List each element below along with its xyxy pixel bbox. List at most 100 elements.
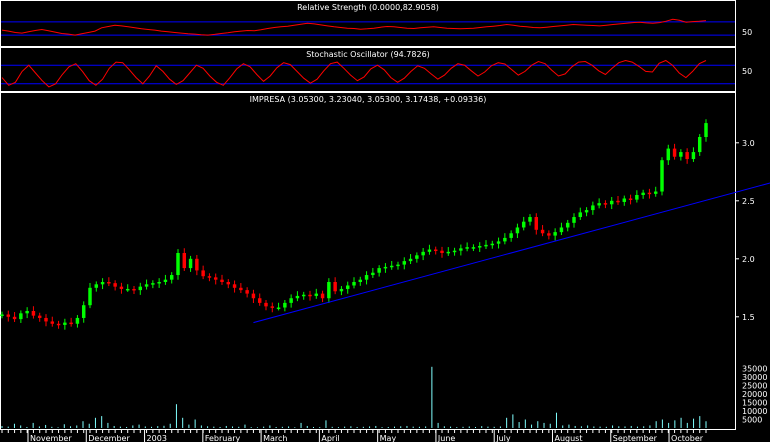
candle-body [584, 210, 589, 213]
candle-body [182, 253, 187, 269]
candle-body [496, 241, 501, 244]
x-axis-label: 2003 [147, 434, 167, 442]
x-axis-label: August [554, 434, 582, 442]
candle-body [672, 148, 677, 157]
x-axis-label: September [613, 434, 658, 442]
candle-body [383, 266, 388, 269]
candle-body [377, 268, 381, 273]
candle-body [88, 287, 92, 306]
candle-body [169, 275, 174, 280]
candle-body [697, 137, 702, 153]
candle-body [572, 217, 576, 223]
candle-body [31, 311, 36, 316]
candle-body [50, 321, 55, 324]
candle-body [314, 293, 319, 296]
candle-body [157, 282, 161, 284]
candle-body [628, 198, 633, 200]
candle-body [56, 323, 61, 326]
candle-body [534, 217, 539, 230]
volume-y-tick-label: 20000 [742, 390, 767, 399]
candle-body [540, 229, 545, 234]
candle-body [289, 298, 293, 303]
x-axis-label: February [205, 434, 241, 442]
candle-body [295, 295, 300, 299]
candle-body [603, 203, 608, 205]
candle-body [352, 282, 356, 286]
candle-body [389, 265, 394, 268]
candle-body [132, 288, 136, 291]
candle-body [232, 284, 237, 288]
candle-body [283, 302, 287, 308]
candle-body [320, 293, 325, 299]
candle-body [75, 317, 80, 324]
candle-body [345, 285, 350, 289]
candle-body [433, 249, 438, 252]
price-y-tick-label: 2.5 [742, 197, 755, 206]
candle-body [69, 322, 73, 325]
candle-body [37, 315, 42, 318]
candle-body [609, 200, 614, 205]
candle-body [327, 282, 331, 299]
candle-body [125, 288, 130, 291]
price-y-tick-label: 1.5 [742, 313, 755, 322]
candle-body [547, 233, 551, 236]
candle-body [113, 283, 117, 287]
candle-body [490, 243, 495, 246]
volume-y-tick-label: 35000 [742, 365, 767, 374]
candle-body [276, 307, 281, 310]
candle-body [477, 246, 482, 248]
x-axis-label: July [495, 434, 511, 442]
candle-body [308, 294, 312, 297]
candle-body [163, 279, 168, 282]
candle-body [503, 237, 507, 242]
candle-body [553, 232, 557, 236]
volume-y-tick-label: 5000 [742, 416, 762, 425]
price-y-tick-label: 2.0 [742, 255, 755, 264]
volume-y-tick-label: 10000 [742, 407, 767, 416]
candle-body [415, 255, 419, 259]
candle-body [81, 305, 86, 318]
stock-chart: Relative Strength (0.0000,82.9058) 50 St… [0, 0, 770, 442]
volume-y-axis: 5000 10000 15000 20000 25000 30000 35000 [742, 365, 767, 425]
candle-body [679, 152, 683, 157]
candle-body [339, 288, 344, 292]
candle-body [528, 217, 532, 222]
candle-body [616, 200, 620, 203]
candle-body [0, 314, 4, 316]
candle-body [257, 298, 262, 303]
candle-body [333, 282, 337, 292]
candle-body [591, 205, 595, 211]
candle-body [251, 293, 256, 299]
candle-body [565, 222, 570, 228]
x-axis-label: May [380, 434, 397, 442]
volume-y-tick-label: 25000 [742, 382, 767, 391]
price-y-tick-label: 3.0 [742, 139, 755, 148]
candle-body [559, 227, 564, 233]
candle-body [100, 282, 105, 285]
candle-body [660, 160, 664, 192]
candle-body [459, 248, 463, 251]
candle-body [25, 311, 29, 314]
candle-body [364, 275, 369, 280]
candle-body [440, 250, 444, 253]
candle-body [635, 195, 639, 200]
candle-body [396, 264, 400, 267]
rsi-title: Relative Strength (0.0000,82.9058) [297, 3, 439, 12]
candle-body [119, 286, 124, 289]
candle-body [220, 279, 224, 282]
candle-body [471, 247, 476, 249]
x-axis-label: March [263, 434, 287, 442]
candle-body [358, 279, 363, 282]
candle-body [201, 270, 205, 277]
x-axis-label: June [437, 434, 456, 442]
candle-body [666, 148, 671, 161]
stochastic-y-tick-label: 50 [742, 67, 752, 76]
volume-y-tick-label: 30000 [742, 373, 767, 382]
candle-body [207, 276, 212, 278]
candle-body [151, 283, 155, 285]
candle-body [138, 286, 143, 291]
candle-body [509, 233, 513, 238]
candle-body [408, 258, 413, 262]
candle-body [144, 284, 149, 287]
x-axis-label: November [30, 434, 72, 442]
